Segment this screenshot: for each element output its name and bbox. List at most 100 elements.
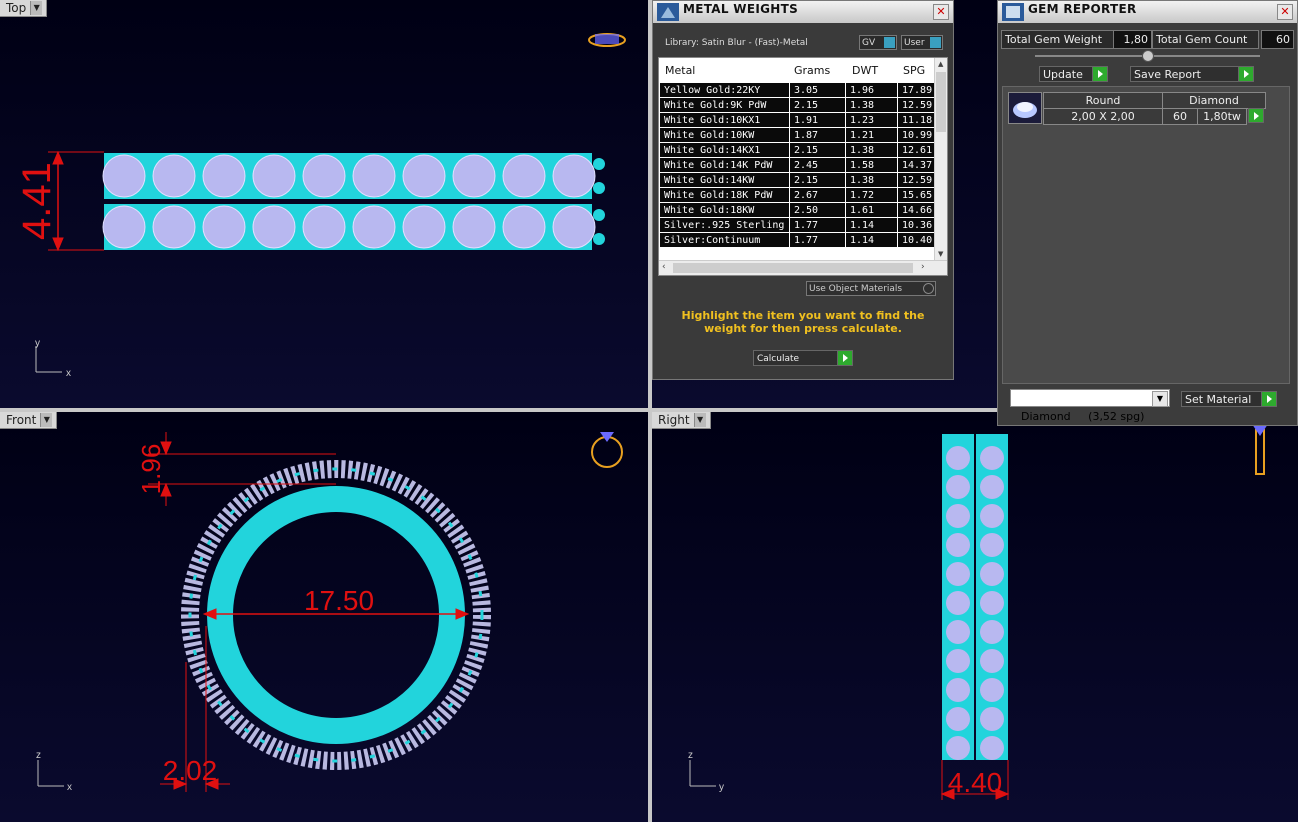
table-cell: 2.67: [789, 187, 846, 203]
table-cell: 1.23: [845, 112, 898, 128]
gem-stone: [946, 649, 970, 673]
prong: [243, 209, 255, 221]
chevron-down-icon[interactable]: ▼: [1152, 391, 1168, 407]
gem-stone: [946, 620, 970, 644]
ring-front-icon: [1252, 424, 1268, 475]
scrollbar-thumb[interactable]: [673, 263, 913, 273]
axis-label-b: x: [67, 782, 72, 793]
table-cell: 14.37: [897, 157, 936, 173]
table-row[interactable]: White Gold:14K PdW 2.45 1.58 14.37: [659, 157, 936, 173]
user-toggle[interactable]: User: [901, 35, 943, 50]
prong: [543, 158, 555, 170]
table-row[interactable]: White Gold:18K PdW 2.67 1.72 15.65: [659, 187, 936, 203]
set-material-button[interactable]: Set Material: [1181, 391, 1277, 407]
play-icon: [1261, 392, 1276, 406]
metal-weights-table[interactable]: Metal Grams DWT SPG Yellow Gold:22KY 3.05…: [658, 57, 948, 276]
gem-stone: [352, 205, 396, 249]
ring-side-icon: [591, 432, 623, 468]
table-row[interactable]: Yellow Gold:22KY 3.05 1.96 17.89: [659, 82, 936, 98]
viewport-right[interactable]: Right ▼ 4.40 z y: [652, 412, 1298, 822]
prong: [493, 233, 505, 245]
table-row[interactable]: Silver:Continuum 1.77 1.14 10.40: [659, 232, 936, 248]
prong: [493, 158, 505, 170]
axis-indicator: [35, 346, 62, 373]
table-cell: 2.50: [789, 202, 846, 218]
scrollbar-thumb[interactable]: [936, 72, 946, 132]
ring-top-icon: [588, 33, 626, 47]
column-header-dwt[interactable]: DWT: [852, 64, 878, 77]
collapse-handle-icon[interactable]: [1142, 50, 1154, 62]
table-cell: 10.99: [897, 127, 936, 143]
table-row[interactable]: Silver:.925 Sterling 1.77 1.14 10.36: [659, 217, 936, 233]
table-cell: 1.77: [789, 232, 846, 248]
table-cell: 12.61: [897, 142, 936, 158]
table-cell: 12.59: [897, 172, 936, 188]
gem-stone: [946, 678, 970, 702]
prong: [443, 233, 455, 245]
table-cell: 10.40: [897, 232, 936, 248]
table-cell: White Gold:14KW: [659, 172, 790, 188]
save-report-button[interactable]: Save Report: [1130, 66, 1254, 82]
column-header-grams[interactable]: Grams: [794, 64, 830, 77]
use-object-materials-toggle[interactable]: Use Object Materials: [806, 281, 936, 296]
gem-stone: [402, 205, 446, 249]
close-icon[interactable]: ✕: [933, 4, 949, 20]
table-row[interactable]: White Gold:10KX1 1.91 1.23 11.18: [659, 112, 936, 128]
gv-toggle[interactable]: GV: [859, 35, 897, 50]
table-row[interactable]: White Gold:9K PdW 2.15 1.38 12.59: [659, 97, 936, 113]
table-row[interactable]: White Gold:18KW 2.50 1.61 14.66: [659, 202, 936, 218]
gem-stone: [502, 154, 546, 198]
gem-stone: [980, 504, 1004, 528]
gem-shape: Round: [1043, 92, 1163, 109]
table-row[interactable]: White Gold:14KX1 2.15 1.38 12.61: [659, 142, 936, 158]
table-cell: 1.72: [845, 187, 898, 203]
prong: [243, 158, 255, 170]
table-row[interactable]: White Gold:10KW 1.87 1.21 10.99: [659, 127, 936, 143]
calculate-button[interactable]: Calculate: [753, 350, 853, 366]
prong: [443, 158, 455, 170]
table-cell: 1.58: [845, 157, 898, 173]
gem-reporter-titlebar[interactable]: GEM REPORTER ✕: [998, 1, 1297, 23]
prong: [493, 209, 505, 221]
gem-stone: [152, 154, 196, 198]
update-button[interactable]: Update: [1039, 66, 1108, 82]
horizontal-scrollbar[interactable]: ‹ ›: [659, 260, 947, 275]
viewport-top[interactable]: Top ▼ 4.41 y x: [0, 0, 648, 408]
table-cell: 11.18: [897, 112, 936, 128]
table-header: Metal Grams DWT SPG: [659, 58, 935, 82]
dimension-height-label: 1.96: [136, 444, 166, 495]
gem-stone: [502, 205, 546, 249]
metal-weights-titlebar[interactable]: METAL WEIGHTS ✕: [653, 1, 953, 23]
gem-stone: [252, 205, 296, 249]
table-cell: 1.96: [845, 82, 898, 98]
prong: [393, 182, 405, 194]
library-label: Library: Satin Blur - (Fast)-Metal: [665, 38, 808, 48]
table-cell: 1.14: [845, 232, 898, 248]
front-view-canvas: 17.50 1.96 2.02 z x: [36, 432, 623, 793]
table-row[interactable]: White Gold:14KW 2.15 1.38 12.59: [659, 172, 936, 188]
gem-stone: [980, 562, 1004, 586]
gem-stone: [980, 736, 1004, 760]
gem-stone: [946, 736, 970, 760]
metal-table-body: Yellow Gold:22KY 3.05 1.96 17.89 White Gold:…: [659, 82, 936, 248]
gem-row[interactable]: Round Diamond 2,00 X 2,00 60 1,80tw: [1008, 92, 1266, 125]
prong: [143, 182, 155, 194]
column-header-spg[interactable]: SPG: [903, 64, 925, 77]
play-icon: [1238, 67, 1253, 81]
prong: [143, 158, 155, 170]
vertical-scrollbar[interactable]: ▲ ▼: [934, 58, 947, 260]
table-cell: 1.77: [789, 217, 846, 233]
gem-material: Diamond: [1162, 92, 1266, 109]
dimension-width-label: 2.02: [163, 755, 218, 786]
material-select[interactable]: Diamond (3,52 spg) ▼: [1010, 389, 1170, 423]
close-icon[interactable]: ✕: [1277, 4, 1293, 20]
prong: [293, 158, 305, 170]
gem-row-select-button[interactable]: [1248, 108, 1264, 123]
gem-reporter-title: GEM REPORTER: [1028, 2, 1137, 16]
table-cell: White Gold:14K PdW: [659, 157, 790, 173]
table-cell: 12.59: [897, 97, 936, 113]
viewport-front[interactable]: Front ▼ 17.50 1.96 2.02 z x: [0, 412, 648, 822]
gem-count: 60: [1162, 108, 1198, 125]
prong: [343, 209, 355, 221]
column-header-metal[interactable]: Metal: [665, 64, 695, 77]
